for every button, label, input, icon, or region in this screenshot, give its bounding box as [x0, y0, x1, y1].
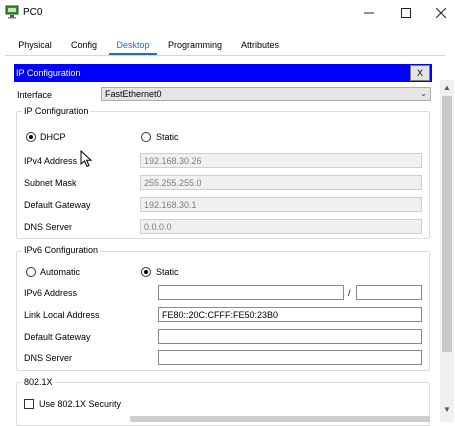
interface-label: Interface — [17, 90, 53, 100]
ipv6-static-radio[interactable] — [141, 267, 151, 277]
scroll-thumb[interactable] — [442, 96, 452, 352]
scroll-down-icon[interactable]: ▼ — [440, 405, 454, 417]
ipv4-address-field[interactable]: 192.168.30.26 — [140, 153, 422, 168]
use-8021x-checkbox[interactable] — [24, 399, 34, 409]
maximize-icon — [401, 8, 411, 18]
ipv6-group-title: IPv6 Configuration — [22, 245, 101, 255]
link-local-address-field[interactable]: FE80::20C:CFFF:FE50:23B0 — [158, 307, 422, 322]
ipv6-address-label: IPv6 Address — [24, 288, 78, 298]
scroll-up-icon[interactable]: ▲ — [440, 83, 454, 93]
close-window-button[interactable] — [426, 2, 455, 24]
ipv6-address-field[interactable] — [158, 285, 344, 300]
ipv6-default-gateway-field[interactable] — [158, 329, 422, 344]
ipv4-address-label: IPv4 Address — [24, 156, 78, 166]
ipv6-dns-server-label: DNS Server — [24, 353, 73, 363]
pc-app-icon — [5, 5, 19, 19]
chevron-down-icon: ⌄ — [420, 89, 427, 98]
use-8021x-label: Use 802.1X Security — [39, 399, 122, 409]
ipv6-automatic-radio[interactable] — [26, 267, 36, 277]
subnet-mask-label: Subnet Mask — [24, 178, 77, 188]
tab-divider — [5, 55, 445, 56]
ipv4-default-gateway-label: Default Gateway — [24, 200, 91, 210]
ipv4-default-gateway-field[interactable]: 192.168.30.1 — [140, 197, 422, 212]
tab-physical[interactable]: Physical — [13, 37, 57, 55]
minimize-button[interactable] — [354, 2, 384, 24]
prefix-separator: / — [348, 288, 351, 298]
ipv6-default-gateway-label: Default Gateway — [24, 332, 91, 342]
dhcp-label: DHCP — [40, 132, 66, 142]
tab-programming[interactable]: Programming — [165, 37, 225, 55]
maximize-button[interactable] — [391, 2, 421, 24]
mouse-cursor-icon — [80, 150, 93, 168]
tab-config[interactable]: Config — [66, 37, 102, 55]
close-icon — [436, 8, 446, 18]
ipv4-dns-server-field[interactable]: 0.0.0.0 — [140, 219, 422, 234]
ipv6-prefix-length-field[interactable] — [356, 285, 422, 300]
ipv4-dns-server-label: DNS Server — [24, 222, 73, 232]
dot1x-group-title: 802.1X — [22, 377, 55, 387]
ipv6-static-label: Static — [156, 267, 179, 277]
close-ip-config-button[interactable]: X — [410, 65, 430, 81]
link-local-address-label: Link Local Address — [24, 310, 100, 320]
ipv6-dns-server-field[interactable] — [158, 350, 422, 365]
title-bar: PC0 — [0, 0, 455, 26]
subnet-mask-field[interactable]: 255.255.255.0 — [140, 175, 422, 190]
tab-attributes[interactable]: Attributes — [235, 37, 285, 55]
ipv4-group-title: IP Configuration — [22, 106, 91, 116]
ip-configuration-title: IP Configuration — [16, 68, 81, 78]
interface-value: FastEthernet0 — [105, 89, 162, 99]
ipv4-static-radio[interactable] — [141, 132, 151, 142]
tab-desktop[interactable]: Desktop — [109, 37, 157, 55]
window-title: PC0 — [23, 7, 43, 18]
dhcp-radio[interactable] — [26, 132, 36, 142]
authentication-dropdown-partial[interactable] — [130, 416, 430, 422]
minimize-icon — [364, 12, 374, 14]
ipv4-static-label: Static — [156, 132, 179, 142]
ip-configuration-header: IP Configuration X — [14, 64, 432, 82]
interface-select[interactable]: FastEthernet0 ⌄ — [101, 87, 431, 101]
ipv6-automatic-label: Automatic — [40, 267, 81, 277]
